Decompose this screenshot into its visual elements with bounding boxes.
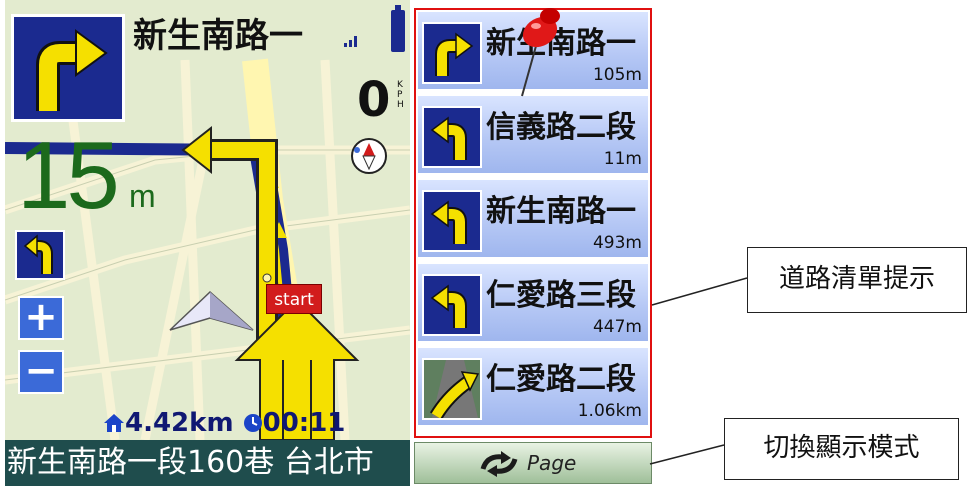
callout-leader-lines [649,277,748,465]
switch-mode-callout: 切換顯示模式 [724,418,959,480]
route-list-hint-callout: 道路清單提示 [747,247,967,313]
screen: 新生南路一 0 KPH 15 m + − start 4.42km 00:11 … [0,0,979,486]
